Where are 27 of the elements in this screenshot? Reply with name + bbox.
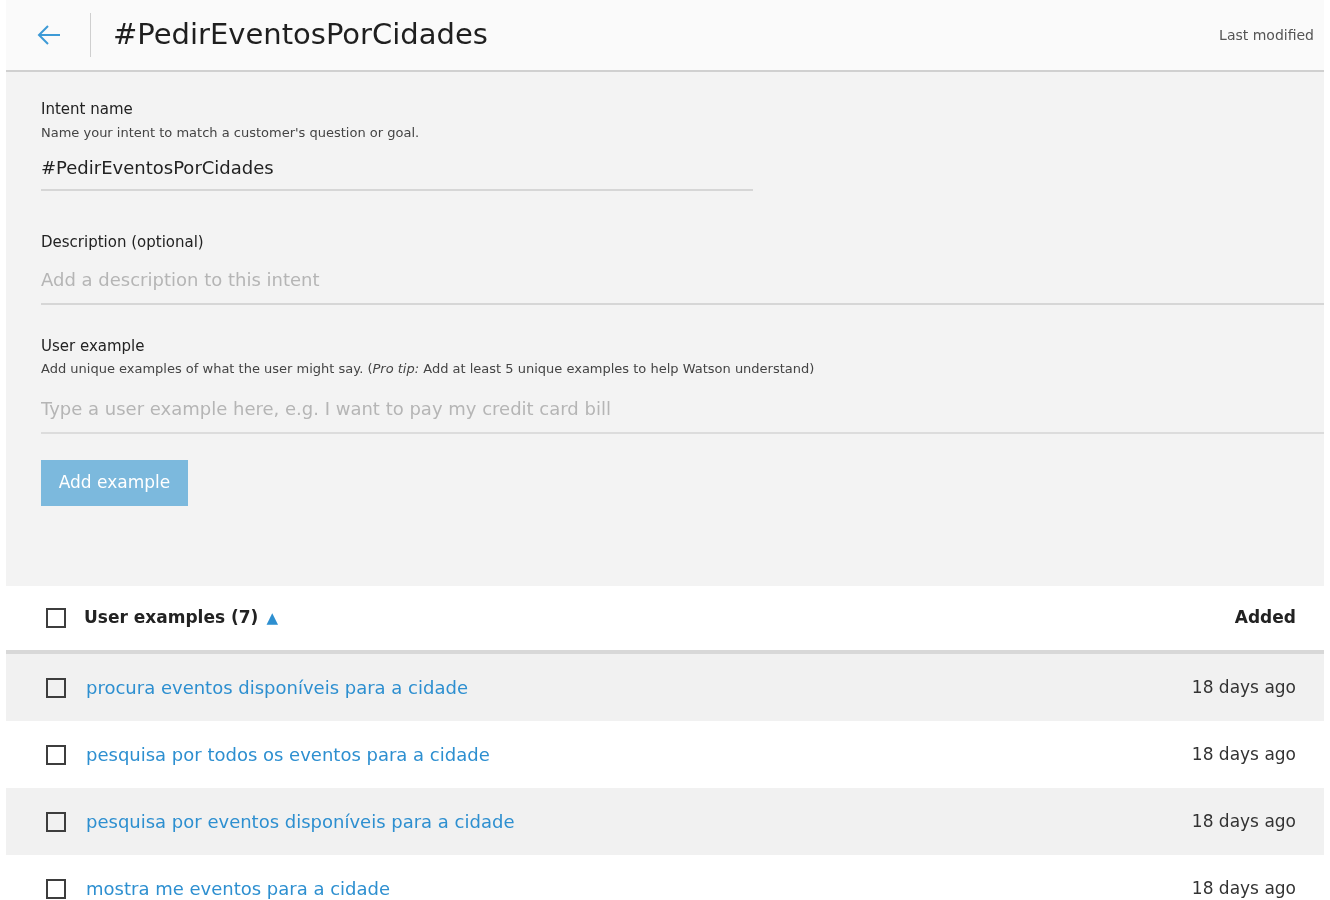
back-arrow-icon[interactable] [36, 24, 62, 46]
added-date: 18 days ago [1191, 876, 1296, 900]
description-field[interactable]: Add a description to this intent [41, 265, 1324, 305]
field-label: Intent name [41, 99, 134, 120]
example-link[interactable]: mostra me eventos para a cidade [86, 875, 391, 900]
checkbox[interactable] [46, 744, 66, 765]
table-row[interactable]: procura eventos disponíveis para a cidade 18 days ago [6, 654, 1324, 721]
help-text: Add unique examples of what the user might say. (Pro tip: Add at least 5 unique examples to help Watson understand) [41, 360, 816, 378]
column-header: Added [1234, 606, 1296, 630]
added-date: 18 days ago [1191, 742, 1296, 766]
intent-name-field[interactable]: #PedirEventosPorCidades [41, 154, 753, 191]
user-example-field[interactable]: Type a user example here, e.g. I want to pay my credit card bill [41, 394, 1324, 434]
added-date: 18 days ago [1191, 809, 1296, 833]
checkbox[interactable] [46, 608, 66, 628]
intent-title: #PedirEventosPorCidades [113, 16, 488, 54]
checkbox[interactable] [46, 878, 66, 899]
column-header[interactable]: User examples (7) [84, 605, 259, 631]
last-modified-label: Last modified [1219, 25, 1314, 45]
field-label: Description (optional) [41, 232, 205, 253]
table-row[interactable]: pesquisa por eventos disponíveis para a cidade 18 days ago [6, 788, 1324, 855]
help-text: Name your intent to match a customer's question or goal. [41, 123, 421, 142]
field-label: User example [41, 335, 146, 357]
checkbox[interactable] [46, 811, 66, 832]
example-link[interactable]: pesquisa por todos os eventos para a cidade [86, 741, 490, 768]
checkbox[interactable] [46, 677, 66, 698]
sort-indicator[interactable]: ▲ [266, 606, 278, 630]
added-date: 18 days ago [1191, 675, 1296, 699]
